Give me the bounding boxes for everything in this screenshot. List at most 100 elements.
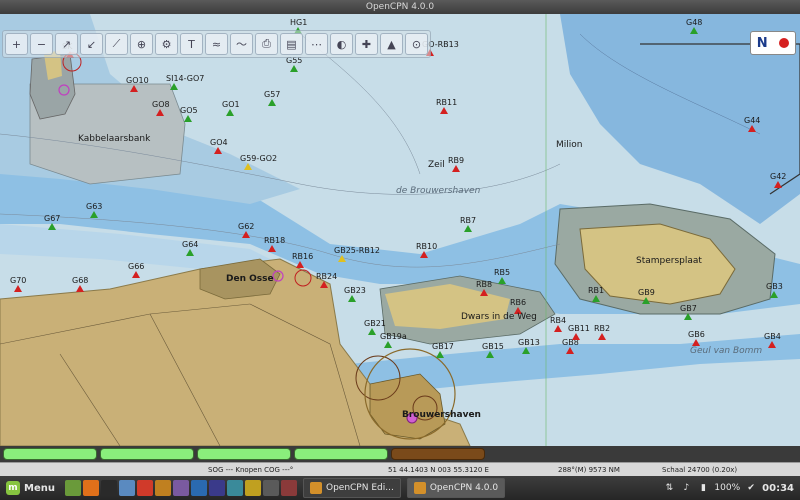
buoy-label: GO5 (180, 106, 198, 115)
buoy-si14-go7[interactable]: SI14-GO7 (166, 74, 204, 90)
start-menu-button[interactable]: m Menu (0, 476, 61, 500)
follow-button[interactable]: ⊕ (130, 33, 153, 55)
buoy-gb4[interactable]: GB4 (764, 332, 781, 348)
app-f-icon[interactable] (244, 480, 261, 496)
piano-key-1[interactable] (3, 448, 97, 460)
buoy-icon (436, 351, 444, 358)
buoy-g57[interactable]: G57 (264, 90, 280, 106)
compass-widget[interactable]: N (750, 31, 796, 55)
buoy-g55[interactable]: G55 (286, 56, 302, 72)
tide-button[interactable]: 〜 (230, 33, 253, 55)
show-desktop-icon[interactable] (64, 480, 81, 496)
buoy-gb15[interactable]: GB15 (482, 342, 504, 358)
buoy-rb7[interactable]: RB7 (460, 216, 476, 232)
app-b-icon[interactable] (172, 480, 189, 496)
buoy-rb10[interactable]: RB10 (416, 242, 437, 258)
buoy-gb11[interactable]: GB11 (568, 324, 590, 340)
piano-key-3[interactable] (197, 448, 291, 460)
track-button[interactable]: ⋯ (305, 33, 328, 55)
help-button[interactable]: ⊙ (405, 33, 428, 55)
network-icon[interactable]: ⇅ (663, 482, 675, 494)
piano-key-4[interactable] (294, 448, 388, 460)
route-manager-button[interactable]: ▤ (280, 33, 303, 55)
buoy-icon (76, 285, 84, 292)
app-c-icon[interactable] (190, 480, 207, 496)
app-a-icon[interactable] (154, 480, 171, 496)
app-d-icon[interactable] (208, 480, 225, 496)
buoy-go5[interactable]: GO5 (180, 106, 198, 122)
buoy-go4[interactable]: GO4 (210, 138, 228, 154)
chart-canvas[interactable]: SKGO10SI14-GO7GO8GO5GO1GO4G57G55G59-GO2H… (0, 14, 800, 446)
app-g-icon[interactable] (262, 480, 279, 496)
buoy-g59-go2[interactable]: G59-GO2 (240, 154, 277, 170)
buoy-icon (214, 147, 222, 154)
colour-scheme-button[interactable]: ◐ (330, 33, 353, 55)
buoy-rb24[interactable]: RB24 (316, 272, 337, 288)
buoy-g62[interactable]: G62 (238, 222, 254, 238)
ais-button[interactable]: ▲ (380, 33, 403, 55)
buoy-icon (226, 109, 234, 116)
buoy-gb17[interactable]: GB17 (432, 342, 454, 358)
buoy-rb5[interactable]: RB5 (494, 268, 510, 284)
piano-key-5[interactable] (391, 448, 485, 460)
scale-out-button[interactable]: ↙ (80, 33, 103, 55)
buoy-gb7[interactable]: GB7 (680, 304, 697, 320)
buoy-g67[interactable]: G67 (44, 214, 60, 230)
buoy-g64[interactable]: G64 (182, 240, 198, 256)
buoy-gb19a[interactable]: GB19a (380, 332, 407, 348)
clock[interactable]: 00:34 (762, 483, 794, 494)
buoy-go8[interactable]: GO8 (152, 100, 170, 116)
print-button[interactable]: ⎙ (255, 33, 278, 55)
gps-status-icon (779, 38, 790, 48)
buoy-label: RB6 (510, 298, 527, 307)
buoy-rb11[interactable]: RB11 (436, 98, 457, 114)
buoy-icon (130, 85, 138, 92)
buoy-rb8[interactable]: RB8 (476, 280, 492, 296)
buoy-gb6[interactable]: GB6 (688, 330, 705, 346)
volume-icon[interactable]: ♪ (680, 482, 692, 494)
buoy-gb3[interactable]: GB3 (766, 282, 783, 298)
terminal-icon[interactable] (100, 480, 117, 496)
scale-in-button[interactable]: ↗ (55, 33, 78, 55)
settings-button[interactable]: ⚙ (155, 33, 178, 55)
buoy-rb9[interactable]: RB9 (448, 156, 464, 172)
files-icon[interactable] (118, 480, 135, 496)
buoy-gb23[interactable]: GB23 (344, 286, 366, 302)
task-button-2[interactable]: OpenCPN 4.0.0 (406, 478, 506, 498)
buoy-g63[interactable]: G63 (86, 202, 102, 218)
buoy-rb4[interactable]: RB4 (550, 316, 566, 332)
buoy-go1[interactable]: GO1 (222, 100, 240, 116)
route-button[interactable]: ⟋ (105, 33, 128, 55)
zoom-out-button[interactable]: − (30, 33, 53, 55)
buoy-rb18[interactable]: RB18 (264, 236, 285, 252)
buoy-rb1[interactable]: RB1 (588, 286, 604, 302)
buoy-gb8[interactable]: GB8 (562, 338, 579, 354)
piano-key-2[interactable] (100, 448, 194, 460)
battery-icon[interactable]: ▮ (697, 482, 709, 494)
status-sog-cog: SOG --- Knopen COG ---° (208, 466, 294, 474)
current-button[interactable]: ≈ (205, 33, 228, 55)
buoy-gb25-rb12[interactable]: GB25-RB12 (334, 246, 380, 262)
buoy-icon (156, 109, 164, 116)
zoom-in-button[interactable]: + (5, 33, 28, 55)
buoy-gb9[interactable]: GB9 (638, 288, 655, 304)
buoy-label: G68 (72, 276, 89, 285)
buoy-go10[interactable]: GO10 (126, 76, 149, 92)
buoy-rb16[interactable]: RB16 (292, 252, 313, 268)
buoy-g44[interactable]: G44 (744, 116, 760, 132)
buoy-g68[interactable]: G68 (72, 276, 88, 292)
buoy-g70[interactable]: G70 (10, 276, 26, 292)
buoy-gb13[interactable]: GB13 (518, 338, 540, 354)
app-e-icon[interactable] (226, 480, 243, 496)
text-button[interactable]: T (180, 33, 203, 55)
buoy-rb2[interactable]: RB2 (594, 324, 610, 340)
chrome-icon[interactable] (136, 480, 153, 496)
buoy-g66[interactable]: G66 (128, 262, 144, 278)
buoy-g48[interactable]: G48 (686, 18, 702, 34)
shield-icon[interactable]: ✔ (745, 482, 757, 494)
firefox-icon[interactable] (82, 480, 99, 496)
buoy-g42[interactable]: G42 (770, 172, 786, 188)
task-button-1[interactable]: OpenCPN Edi... (302, 478, 401, 498)
app-h-icon[interactable] (280, 480, 297, 496)
mob-button[interactable]: ✚ (355, 33, 378, 55)
